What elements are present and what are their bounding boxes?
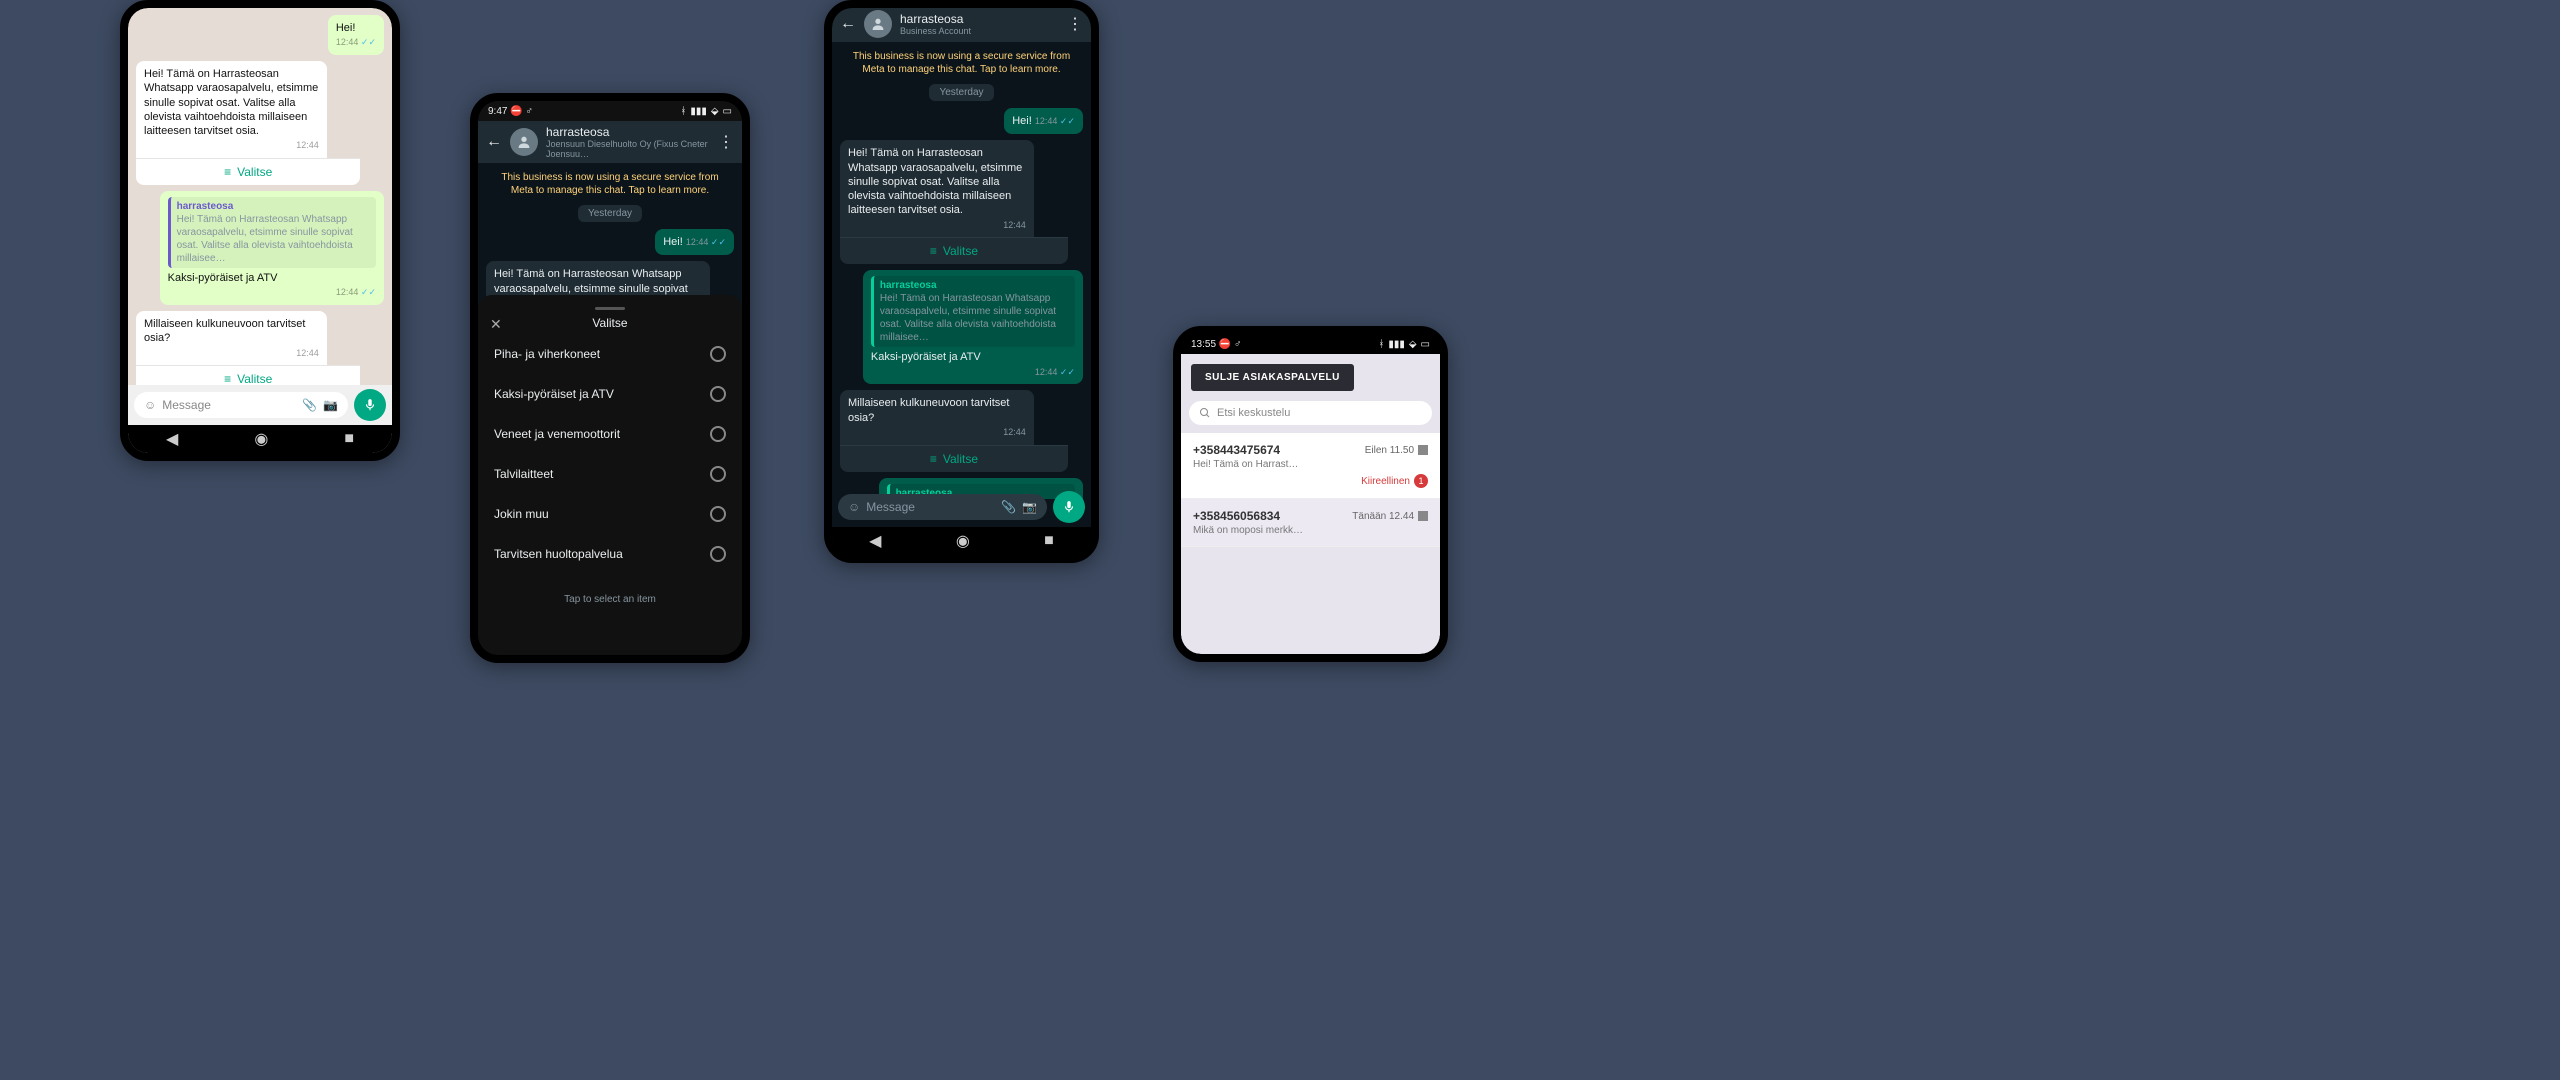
sheet-option-4[interactable]: Jokin muu bbox=[478, 494, 742, 534]
list-icon: ≡ bbox=[224, 165, 231, 179]
read-ticks-icon: ✓✓ bbox=[361, 287, 376, 297]
android-navbar: ◀ ◉ ■ bbox=[832, 527, 1091, 555]
message-input-bar: ☺ Message 📎 📷 bbox=[128, 385, 392, 425]
wifi-icon: ⬙ bbox=[711, 106, 719, 117]
signal-icon: ▮▮▮ bbox=[1388, 339, 1405, 350]
mic-button[interactable] bbox=[354, 389, 386, 421]
camera-icon[interactable]: 📷 bbox=[1022, 500, 1037, 514]
battery-icon: ▭ bbox=[723, 106, 732, 117]
phone-dark-chat: ← harrasteosa Business Account ⋮ This bu… bbox=[824, 0, 1099, 563]
phone-dark-list-sheet: 9:47 ⛔ ♂ ᚼ▮▮▮⬙▭ ← harrasteosa Joensuun D… bbox=[470, 93, 750, 663]
valitse-button[interactable]: ≡ Valitse bbox=[840, 445, 1068, 472]
sheet-handle[interactable] bbox=[595, 307, 625, 310]
contact-subtitle: Joensuun Dieselhuolto Oy (Fixus Cneter J… bbox=[546, 139, 710, 159]
avatar[interactable] bbox=[864, 10, 892, 38]
msg-millaiseen-in: Millaiseen kulkuneuvoon tarvitset osia? … bbox=[840, 390, 1034, 444]
radio-icon bbox=[710, 506, 726, 522]
status-bar: 9:47 ⛔ ♂ ᚼ▮▮▮⬙▭ bbox=[478, 101, 742, 121]
nav-recent-icon[interactable]: ■ bbox=[344, 430, 354, 448]
urgent-label: Kiireellinen bbox=[1361, 476, 1410, 487]
radio-icon bbox=[710, 546, 726, 562]
bluetooth-icon: ᚼ bbox=[680, 106, 686, 117]
archive-icon bbox=[1418, 511, 1428, 521]
sheet-option-2[interactable]: Veneet ja venemoottorit bbox=[478, 414, 742, 454]
back-icon[interactable]: ← bbox=[840, 15, 856, 33]
nav-recent-icon[interactable]: ■ bbox=[1044, 532, 1054, 550]
search-input[interactable]: Etsi keskustelu bbox=[1189, 401, 1432, 425]
message-input[interactable]: ☺ Message 📎 📷 bbox=[134, 392, 348, 418]
menu-icon[interactable]: ⋮ bbox=[718, 132, 734, 152]
attach-icon[interactable]: 📎 bbox=[1001, 500, 1016, 514]
read-ticks-icon: ✓✓ bbox=[1060, 116, 1075, 126]
bluetooth-icon: ᚼ bbox=[1378, 339, 1384, 350]
msg-hei-out: Hei! 12:44 ✓✓ bbox=[1004, 108, 1083, 134]
msg-hei-out: Hei! 12:44 ✓✓ bbox=[655, 229, 734, 255]
sheet-option-3[interactable]: Talvilaitteet bbox=[478, 454, 742, 494]
signal-icon: ▮▮▮ bbox=[690, 106, 707, 117]
radio-icon bbox=[710, 346, 726, 362]
android-navbar: ◀ ◉ ■ bbox=[128, 425, 392, 453]
radio-icon bbox=[710, 466, 726, 482]
nav-home-icon[interactable]: ◉ bbox=[254, 429, 268, 449]
search-icon bbox=[1199, 407, 1211, 419]
mic-button[interactable] bbox=[1053, 491, 1085, 523]
msg-intro-in: Hei! Tämä on Harrasteosan Whatsapp varao… bbox=[136, 61, 327, 158]
message-input[interactable]: ☺ Message 📎 📷 bbox=[838, 494, 1047, 520]
conversation-row-1[interactable]: +358456056834 Tänään 12.44 Mikä on mopos… bbox=[1181, 499, 1440, 547]
emoji-icon[interactable]: ☺ bbox=[144, 398, 156, 412]
close-icon[interactable]: ✕ bbox=[490, 316, 502, 333]
sheet-option-5[interactable]: Tarvitsen huoltopalvelua bbox=[478, 534, 742, 574]
chat-header: ← harrasteosa Business Account ⋮ bbox=[832, 8, 1091, 42]
unread-badge: 1 bbox=[1414, 474, 1428, 488]
close-customer-service-button[interactable]: SULJE ASIAKASPALVELU bbox=[1191, 364, 1354, 391]
sheet-title: Valitse bbox=[592, 316, 627, 330]
msg-hei-out: Hei! 12:44 ✓✓ bbox=[328, 15, 384, 55]
sheet-hint: Tap to select an item bbox=[478, 594, 742, 605]
msg-intro-in: Hei! Tämä on Harrasteosan Whatsapp varao… bbox=[840, 140, 1034, 237]
phone-admin-panel: 13:55 ⛔ ♂ ᚼ▮▮▮⬙▭ SULJE ASIAKASPALVELU Et… bbox=[1173, 326, 1448, 662]
status-bar: 13:55 ⛔ ♂ ᚼ▮▮▮⬙▭ bbox=[1181, 334, 1440, 354]
wifi-icon: ⬙ bbox=[1409, 339, 1417, 350]
attach-icon[interactable]: 📎 bbox=[302, 398, 317, 412]
contact-name[interactable]: harrasteosa bbox=[546, 125, 710, 139]
msg-kaksi-out: harrasteosa Hei! Tämä on Harrasteosan Wh… bbox=[160, 191, 384, 305]
archive-icon bbox=[1418, 445, 1428, 455]
menu-icon[interactable]: ⋮ bbox=[1067, 14, 1083, 34]
back-icon[interactable]: ← bbox=[486, 133, 502, 151]
business-notice[interactable]: This business is now using a secure serv… bbox=[852, 50, 1071, 76]
list-icon: ≡ bbox=[930, 452, 937, 466]
nav-back-icon[interactable]: ◀ bbox=[869, 531, 881, 551]
read-ticks-icon: ✓✓ bbox=[361, 37, 376, 47]
contact-name[interactable]: harrasteosa bbox=[900, 12, 1059, 26]
emoji-icon[interactable]: ☺ bbox=[848, 500, 860, 514]
conversation-row-0[interactable]: +358443475674 Eilen 11.50 Hei! Tämä on H… bbox=[1181, 433, 1440, 499]
day-chip: Yesterday bbox=[929, 84, 993, 101]
read-ticks-icon: ✓✓ bbox=[1060, 367, 1075, 377]
day-chip: Yesterday bbox=[578, 205, 642, 222]
valitse-button[interactable]: ≡ Valitse bbox=[840, 237, 1068, 264]
message-input-bar: ☺ Message 📎 📷 bbox=[832, 487, 1091, 527]
list-icon: ≡ bbox=[930, 244, 937, 258]
radio-icon bbox=[710, 386, 726, 402]
read-ticks-icon: ✓✓ bbox=[711, 237, 726, 247]
business-notice[interactable]: This business is now using a secure serv… bbox=[498, 171, 722, 197]
valitse-button[interactable]: ≡ Valitse bbox=[136, 158, 360, 185]
chat-header: ← harrasteosa Joensuun Dieselhuolto Oy (… bbox=[478, 121, 742, 163]
camera-icon[interactable]: 📷 bbox=[323, 398, 338, 412]
sheet-option-1[interactable]: Kaksi-pyöräiset ja ATV bbox=[478, 374, 742, 414]
battery-icon: ▭ bbox=[1421, 339, 1430, 350]
nav-back-icon[interactable]: ◀ bbox=[166, 429, 178, 449]
contact-subtitle: Business Account bbox=[900, 26, 1059, 36]
nav-home-icon[interactable]: ◉ bbox=[956, 531, 970, 551]
msg-kaksi-out: harrasteosa Hei! Tämä on Harrasteosan Wh… bbox=[863, 270, 1083, 384]
sheet-option-0[interactable]: Piha- ja viherkoneet bbox=[478, 334, 742, 374]
avatar[interactable] bbox=[510, 128, 538, 156]
phone-light-chat: Hei! 12:44 ✓✓ Hei! Tämä on Harrasteosan … bbox=[120, 0, 400, 461]
list-sheet: ✕ Valitse Piha- ja viherkoneet Kaksi-pyö… bbox=[478, 295, 742, 655]
radio-icon bbox=[710, 426, 726, 442]
msg-millaiseen-in: Millaiseen kulkuneuvoon tarvitset osia? … bbox=[136, 311, 327, 365]
